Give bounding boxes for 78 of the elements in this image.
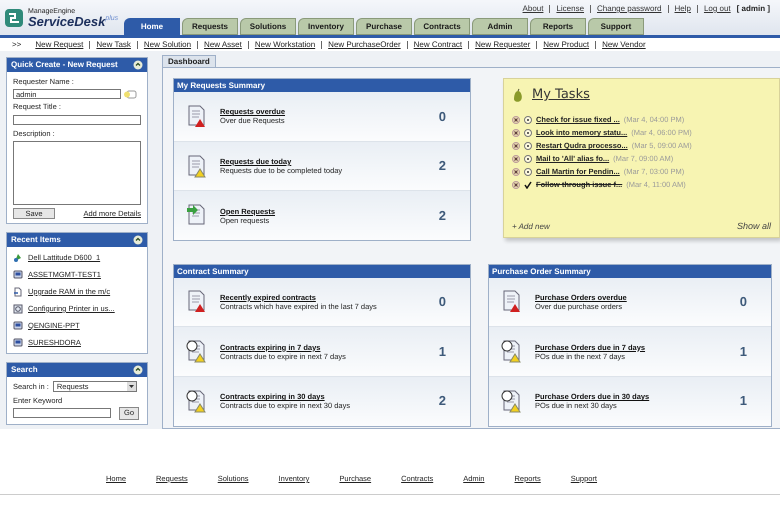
collapse-icon[interactable] <box>133 60 143 70</box>
header-link[interactable]: About <box>520 3 546 15</box>
delete-icon[interactable] <box>512 116 520 124</box>
quick-link[interactable]: New Task <box>94 38 133 50</box>
quick-link[interactable]: New Asset <box>202 38 244 50</box>
quick-link[interactable]: New Vendor <box>600 38 648 50</box>
link-marker: >> <box>12 38 22 50</box>
check-icon[interactable] <box>524 181 532 189</box>
pear-icon <box>512 88 524 102</box>
document-warning-icon <box>186 154 208 178</box>
tab[interactable]: Home <box>124 18 180 35</box>
summary-count: 1 <box>438 342 446 361</box>
quick-link[interactable]: New PurchaseOrder <box>326 38 403 50</box>
delete-icon[interactable] <box>512 129 520 137</box>
document-alert-icon <box>186 104 208 128</box>
quick-link[interactable]: New Contract <box>412 38 464 50</box>
radio-icon[interactable] <box>524 168 532 176</box>
document-alert-icon <box>501 290 523 314</box>
quick-link[interactable]: New Workstation <box>252 38 318 50</box>
tab[interactable]: Reports <box>530 18 586 35</box>
add-task-link[interactable]: + Add new <box>512 221 550 233</box>
delete-icon[interactable] <box>512 181 520 189</box>
tab[interactable]: Purchase <box>356 18 412 35</box>
document-clock-icon <box>186 390 208 413</box>
summary-count: 2 <box>438 206 446 225</box>
summary-count: 1 <box>740 342 747 361</box>
summary-count: 0 <box>438 108 446 126</box>
asset-icon <box>13 252 23 262</box>
document-alert-icon <box>186 290 208 314</box>
tab[interactable]: Admin <box>472 18 528 35</box>
document-clock-icon <box>501 340 523 363</box>
monitor-icon <box>13 270 23 280</box>
summary-count: 2 <box>438 392 446 410</box>
request-title-field[interactable] <box>13 114 141 124</box>
caret-icon <box>126 382 136 392</box>
summary-count: 2 <box>438 157 446 176</box>
header-link[interactable]: Log out <box>702 3 733 15</box>
panel-title: Search <box>11 364 38 376</box>
radio-icon[interactable] <box>524 142 532 150</box>
collapse-icon[interactable] <box>133 235 143 245</box>
radio-icon[interactable] <box>524 155 532 163</box>
panel-title: Recent Items <box>11 234 61 246</box>
quick-link[interactable]: New Product <box>541 38 592 50</box>
description-field[interactable] <box>13 140 141 205</box>
panel-title: Quick Create - New Request <box>11 59 118 71</box>
tasks-title: My Tasks <box>532 86 590 104</box>
header-link[interactable]: Help <box>672 3 693 15</box>
quick-link[interactable]: New Solution <box>142 38 194 50</box>
dashboard-tab[interactable]: Dashboard <box>162 55 216 67</box>
delete-icon[interactable] <box>512 168 520 176</box>
summary-count: 0 <box>740 293 747 312</box>
tab[interactable]: Support <box>588 18 644 35</box>
delete-icon[interactable] <box>512 155 520 163</box>
radio-icon[interactable] <box>524 129 532 137</box>
document-clock-icon <box>186 340 208 363</box>
collapse-icon[interactable] <box>133 365 143 375</box>
header-link[interactable]: License <box>554 3 586 15</box>
tab[interactable]: Contracts <box>414 18 470 35</box>
user-label: [ admin ] <box>736 3 770 15</box>
logo-icon <box>4 8 24 28</box>
document-clock-icon <box>501 390 523 413</box>
panel-title: Purchase Order Summary <box>489 264 771 278</box>
tab[interactable]: Requests <box>182 18 238 35</box>
show-all-link[interactable]: Show all <box>736 220 771 233</box>
logo-title: ServiceDesk <box>28 14 106 28</box>
quick-link[interactable]: New Request <box>33 38 86 50</box>
keyword-field[interactable] <box>13 408 111 418</box>
delete-icon[interactable] <box>512 142 520 150</box>
tab[interactable]: Solutions <box>240 18 296 35</box>
quick-link[interactable]: New Requester <box>473 38 532 50</box>
panel-title: My Requests Summary <box>174 79 470 92</box>
summary-count: 1 <box>740 392 747 410</box>
summary-count: 0 <box>438 293 446 312</box>
tab[interactable]: Inventory <box>298 18 354 35</box>
radio-icon[interactable] <box>524 116 532 124</box>
lookup-icon[interactable] <box>123 90 137 99</box>
panel-title: Contract Summary <box>174 264 470 278</box>
header-link[interactable]: Change password <box>595 3 664 15</box>
